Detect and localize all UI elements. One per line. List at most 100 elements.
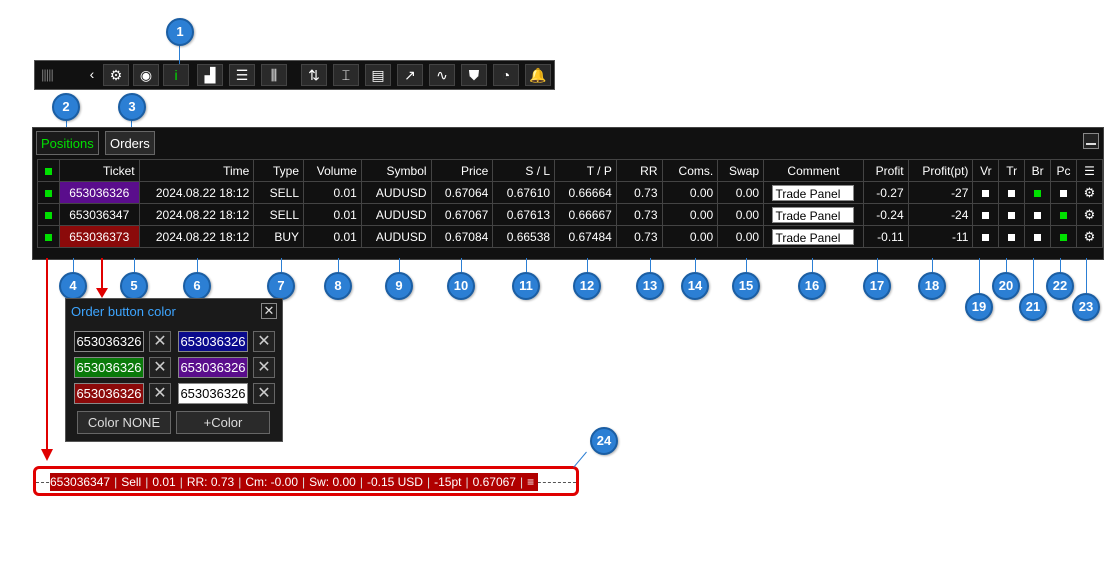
row-checkbox[interactable] [44, 211, 52, 219]
callout-line [1033, 258, 1034, 293]
color-swatch[interactable]: 653036326 [74, 331, 144, 352]
br-toggle-cell[interactable] [1024, 225, 1052, 248]
column-header[interactable]: Swap [717, 159, 765, 182]
camera-icon[interactable]: ◉ [133, 64, 159, 86]
column-header[interactable]: Time [138, 159, 255, 182]
remove-color-icon[interactable]: ✕ [253, 331, 275, 352]
column-header[interactable]: Pc [1050, 159, 1077, 182]
column-header[interactable]: Br [1024, 159, 1052, 182]
list-icon[interactable]: ☰ [229, 64, 255, 86]
vr-toggle-cell[interactable] [972, 181, 1000, 204]
vr-toggle[interactable] [982, 233, 990, 241]
br-toggle[interactable] [1034, 233, 1042, 241]
ticket-cell[interactable]: 653036347 [58, 203, 140, 226]
br-toggle[interactable] [1034, 189, 1042, 197]
back-icon[interactable]: ‹ [79, 64, 105, 86]
tab-orders[interactable]: Orders [105, 131, 155, 155]
column-header[interactable]: Coms. [661, 159, 719, 182]
row-checkbox[interactable] [44, 233, 52, 241]
column-header[interactable]: S / L [492, 159, 556, 182]
tr-toggle[interactable] [1008, 211, 1016, 219]
menu-icon[interactable]: ☰ [1075, 159, 1104, 182]
gear-icon[interactable]: ⚙ [1075, 181, 1104, 204]
tab-positions[interactable]: Positions [36, 131, 99, 155]
ticket-cell[interactable]: 653036326 [58, 181, 140, 204]
table-row[interactable]: 653036373 2024.08.22 18:12 BUY 0.01 AUDUSD 0.… [37, 225, 1104, 248]
pc-toggle-cell[interactable] [1050, 225, 1077, 248]
column-header[interactable]: Ticket [58, 159, 140, 182]
br-toggle-cell[interactable] [1024, 181, 1052, 204]
gear-icon[interactable]: ⚙ [1075, 225, 1104, 248]
tr-toggle-cell[interactable] [998, 181, 1026, 204]
pc-toggle[interactable] [1059, 233, 1067, 241]
remove-color-icon[interactable]: ✕ [149, 331, 171, 352]
tr-toggle[interactable] [1008, 233, 1016, 241]
trade-icon[interactable]: ⇅ [301, 64, 327, 86]
table-row[interactable]: 653036347 2024.08.22 18:12 SELL 0.01 AUDUSD 0… [37, 203, 1104, 226]
remove-color-icon[interactable]: ✕ [149, 357, 171, 378]
pc-toggle[interactable] [1059, 211, 1067, 219]
vr-toggle[interactable] [982, 211, 990, 219]
vr-toggle[interactable] [982, 189, 990, 197]
row-checkbox[interactable] [44, 189, 52, 197]
br-toggle-cell[interactable] [1024, 203, 1052, 226]
trend-up-icon[interactable]: ↗ [397, 64, 423, 86]
remove-color-icon[interactable]: ✕ [149, 383, 171, 404]
drag-handle[interactable]: ||||| [41, 65, 67, 85]
table-row[interactable]: 653036326 2024.08.22 18:12 SELL 0.01 AUDUSD 0… [37, 181, 1104, 204]
candlestick-icon[interactable]: ⫼ [261, 64, 287, 86]
shield-icon[interactable]: ⛊ [461, 64, 487, 86]
range-icon[interactable]: ⌶ [333, 64, 359, 86]
remove-color-icon[interactable]: ✕ [253, 383, 275, 404]
vr-toggle-cell[interactable] [972, 225, 1000, 248]
color-swatch[interactable]: 653036326 [178, 331, 248, 352]
column-header[interactable]: Price [430, 159, 494, 182]
gear-icon[interactable]: ⚙ [103, 64, 129, 86]
gear-icon[interactable]: ⚙ [1075, 203, 1104, 226]
bar-chart-icon[interactable]: ▟ [197, 64, 223, 86]
column-header[interactable]: RR [615, 159, 663, 182]
remove-color-icon[interactable]: ✕ [253, 357, 275, 378]
tr-toggle[interactable] [1008, 189, 1016, 197]
column-header[interactable]: T / P [554, 159, 617, 182]
row-select[interactable] [37, 181, 60, 204]
row-select[interactable] [37, 203, 60, 226]
color-swatch[interactable]: 653036326 [74, 383, 144, 404]
minimize-icon[interactable] [1083, 133, 1099, 149]
column-header[interactable]: Volume [303, 159, 362, 182]
column-header[interactable]: Tr [998, 159, 1026, 182]
info-icon[interactable]: i [163, 64, 189, 86]
pie-icon[interactable]: ◔ [493, 64, 519, 86]
color-swatch[interactable]: 653036326 [178, 357, 248, 378]
add-color-button[interactable]: +Color [176, 411, 270, 434]
price-cell: 0.67064 [430, 181, 494, 204]
color-swatch[interactable]: 653036326 [178, 383, 248, 404]
pc-toggle-cell[interactable] [1050, 181, 1077, 204]
comment-field[interactable]: Trade Panel [772, 206, 855, 223]
comment-field[interactable]: Trade Panel [772, 184, 855, 201]
column-header[interactable]: Comment [763, 159, 864, 182]
tr-toggle-cell[interactable] [998, 203, 1026, 226]
column-header[interactable]: Type [253, 159, 305, 182]
vr-toggle-cell[interactable] [972, 203, 1000, 226]
callout-6: 6 [183, 272, 211, 300]
trend-line-icon[interactable]: ∿ [429, 64, 455, 86]
color-none-button[interactable]: Color NONE [77, 411, 171, 434]
bell-icon[interactable]: 🔔 [525, 64, 551, 86]
header-select [37, 159, 60, 182]
color-swatch[interactable]: 653036326 [74, 357, 144, 378]
tr-toggle-cell[interactable] [998, 225, 1026, 248]
pc-toggle[interactable] [1059, 189, 1067, 197]
column-header[interactable]: Symbol [360, 159, 432, 182]
ticket-cell[interactable]: 653036373 [58, 225, 140, 248]
select-all-checkbox[interactable] [44, 167, 52, 175]
row-select[interactable] [37, 225, 60, 248]
comment-field[interactable]: Trade Panel [772, 228, 855, 245]
close-icon[interactable]: ✕ [261, 303, 277, 319]
column-header[interactable]: Vr [972, 159, 1000, 182]
br-toggle[interactable] [1034, 211, 1042, 219]
document-icon[interactable]: ▤ [365, 64, 391, 86]
column-header[interactable]: Profit [862, 159, 909, 182]
pc-toggle-cell[interactable] [1050, 203, 1077, 226]
column-header[interactable]: Profit(pt) [907, 159, 974, 182]
